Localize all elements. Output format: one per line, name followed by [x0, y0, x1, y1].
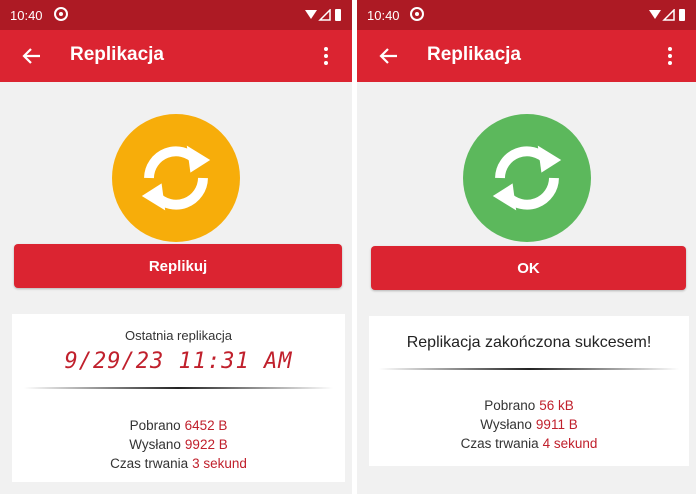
back-arrow-icon[interactable] — [20, 44, 44, 68]
system-status-icons — [305, 9, 341, 21]
stat-value: 3 sekund — [192, 456, 247, 471]
app-bar: Replikacja — [0, 30, 352, 82]
stat-label: Wysłano — [480, 417, 532, 432]
status-bar: 10:40 — [0, 0, 352, 30]
status-time: 10:40 — [367, 8, 400, 23]
overflow-menu-icon[interactable] — [658, 44, 682, 68]
do-not-disturb-icon — [54, 7, 68, 21]
stat-value: 9922 B — [184, 437, 228, 452]
stat-row-downloaded: Pobrano 6452 B — [12, 416, 345, 435]
status-bar: 10:40 — [357, 0, 696, 30]
signal-icon — [318, 9, 331, 21]
sync-icon — [141, 145, 211, 211]
sync-icon — [492, 145, 561, 211]
stat-label: Wysłano — [129, 437, 181, 452]
stat-value: 56 kB — [539, 398, 574, 413]
stat-label: Pobrano — [129, 418, 181, 433]
ok-button[interactable]: OK — [371, 246, 686, 290]
last-replication-timestamp: 9/29/23 11:31 AM — [64, 349, 293, 374]
stat-value: 6452 B — [184, 418, 228, 433]
stat-row-sent: Wysłano 9922 B — [12, 435, 345, 454]
replication-stats: Pobrano 56 kB Wysłano 9911 B Czas trwani… — [369, 396, 689, 453]
battery-icon — [335, 9, 341, 21]
stat-value: 9911 B — [535, 417, 578, 432]
last-replication-label: Ostatnia replikacja — [125, 328, 232, 343]
replicate-button[interactable]: Replikuj — [14, 244, 342, 288]
stat-row-duration: Czas trwania 3 sekund — [12, 454, 345, 473]
battery-icon — [679, 9, 685, 21]
stat-label: Czas trwania — [110, 456, 189, 471]
page-title: Replikacja — [70, 44, 164, 65]
stat-row-downloaded: Pobrano 56 kB — [369, 396, 689, 415]
replication-stats: Pobrano 6452 B Wysłano 9922 B Czas trwan… — [12, 416, 345, 473]
stat-row-duration: Czas trwania 4 sekund — [369, 434, 689, 453]
page-title: Replikacja — [427, 44, 521, 65]
do-not-disturb-icon — [410, 7, 424, 21]
right-screen: 10:40 Replikacja OK Replikacja zakończon… — [357, 0, 696, 494]
stat-label: Czas trwania — [460, 436, 539, 451]
back-arrow-icon[interactable] — [377, 44, 401, 68]
signal-icon — [662, 9, 675, 21]
stat-value: 4 sekund — [542, 436, 598, 451]
stat-row-sent: Wysłano 9911 B — [369, 415, 689, 434]
divider — [24, 387, 333, 389]
overflow-menu-icon[interactable] — [314, 44, 338, 68]
system-status-icons — [649, 9, 685, 21]
app-bar: Replikacja — [357, 30, 696, 82]
left-screen: 10:40 Replikacja Replikuj Ostatnia repli… — [0, 0, 352, 494]
sync-status-icon — [462, 114, 591, 242]
wifi-icon — [649, 10, 661, 19]
stat-label: Pobrano — [484, 398, 536, 413]
success-message: Replikacja zakończona sukcesem! — [406, 334, 652, 351]
sync-status-icon — [112, 114, 240, 242]
replication-result-card: Replikacja zakończona sukcesem! Pobrano … — [369, 316, 689, 466]
wifi-icon — [305, 10, 317, 19]
status-time: 10:40 — [10, 8, 43, 23]
last-replication-card: Ostatnia replikacja 9/29/23 11:31 AM Pob… — [12, 314, 345, 482]
divider — [379, 368, 679, 370]
